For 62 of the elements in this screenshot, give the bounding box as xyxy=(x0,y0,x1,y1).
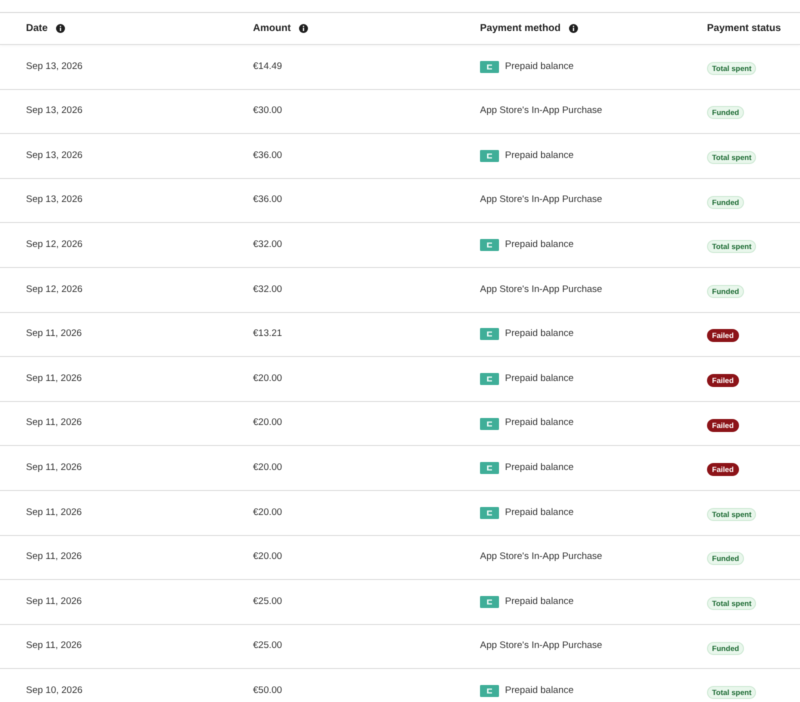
table-cell-text: Sep 11, 2026 xyxy=(26,506,83,520)
table-cell-text: €36.00 xyxy=(253,193,284,208)
column-header: Payment status xyxy=(707,22,781,36)
table-cell-text: €20.00 xyxy=(253,550,284,564)
table-cell-text: Sep 11, 2026 xyxy=(26,461,83,476)
table-cell-text: Sep 12, 2026 xyxy=(26,282,84,297)
table-cell-text: Sep 11, 2026 xyxy=(26,372,83,386)
table-cell-text: App Store's In-App Purchase xyxy=(480,104,602,118)
wallet-icon xyxy=(480,462,499,474)
table-cell-text: Prepaid balance xyxy=(505,684,574,698)
table-cell-text: €20.00 xyxy=(253,461,284,476)
table-cell: Prepaid balance xyxy=(505,238,574,252)
table-cell-text: Sep 13, 2026 xyxy=(26,104,84,118)
table-cell-text: €36.00 xyxy=(253,148,284,163)
table-cell-text: €25.00 xyxy=(253,639,284,654)
info-icon[interactable] xyxy=(568,24,578,33)
table-cell-text: Prepaid balance xyxy=(505,148,574,163)
wallet-icon xyxy=(480,60,499,73)
table-cell-text: €32.00 xyxy=(253,282,284,297)
table-cell-text: Sep 10, 2026 xyxy=(26,684,84,698)
wallet-icon xyxy=(480,239,499,252)
wallet-icon xyxy=(480,372,499,385)
table-cell-text: Sep 11, 2026 xyxy=(26,550,83,564)
table-cell-text: Sep 11, 2026 xyxy=(26,639,83,654)
table-cell-text: €25.00 xyxy=(253,594,284,609)
table-cell-text: Sep 11, 2026 xyxy=(26,416,83,430)
table-cell-text: €30.00 xyxy=(253,104,284,118)
table-cell-text: Sep 11, 2026 xyxy=(26,327,83,342)
wallet-icon xyxy=(480,328,499,340)
table-cell-text: €20.00 xyxy=(253,372,284,386)
column-header: Payment method xyxy=(480,22,561,36)
wallet-icon xyxy=(480,596,499,608)
wallet-icon xyxy=(480,685,499,698)
wallet-icon xyxy=(480,506,499,519)
table-cell-text: Sep 13, 2026 xyxy=(26,148,84,163)
table-cell: Prepaid balance xyxy=(505,461,574,476)
table-cell-text: Prepaid balance xyxy=(505,416,574,430)
table-cell-text: Prepaid balance xyxy=(505,372,574,386)
info-icon[interactable] xyxy=(298,24,308,33)
table-cell-text: Sep 12, 2026 xyxy=(26,238,84,252)
table-cell-text: €20.00 xyxy=(253,416,284,430)
table-cell: Prepaid balance xyxy=(505,60,574,74)
column-header: Amount xyxy=(253,22,291,36)
column-header: Date xyxy=(26,22,48,36)
table-cell-text: €13.21 xyxy=(253,327,284,342)
table-cell: App Store's In-App Purchase xyxy=(480,282,602,297)
table-cell: Prepaid balance xyxy=(505,327,574,342)
wallet-icon xyxy=(480,418,499,430)
table-cell-text: €50.00 xyxy=(253,684,284,698)
info-icon[interactable] xyxy=(56,24,65,33)
table-cell-text: Sep 13, 2026 xyxy=(26,60,84,74)
table-cell-text: €32.00 xyxy=(253,238,284,252)
table-cell-text: App Store's In-App Purchase xyxy=(480,193,602,208)
wallet-icon xyxy=(480,150,499,162)
table-cell-text: Sep 13, 2026 xyxy=(26,193,84,208)
table-cell-text: €14.49 xyxy=(253,60,284,74)
table-cell-text: Sep 11, 2026 xyxy=(26,594,83,609)
table-cell: Prepaid balance xyxy=(505,506,574,520)
table-cell-text: Prepaid balance xyxy=(505,594,574,609)
table-cell-text: €20.00 xyxy=(253,506,284,520)
table-cell: App Store's In-App Purchase xyxy=(480,550,602,564)
table-cell-text: App Store's In-App Purchase xyxy=(480,639,602,654)
